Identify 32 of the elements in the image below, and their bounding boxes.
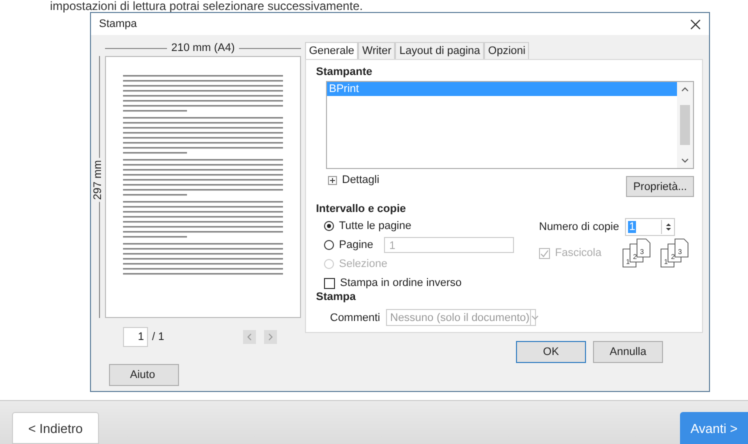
cancel-button[interactable]: Annulla [593, 341, 663, 363]
details-label[interactable]: Dettagli [342, 174, 380, 186]
tab[interactable]: Generale [305, 42, 358, 59]
page-height-label: 297 mm [92, 158, 104, 202]
ok-button[interactable]: OK [516, 341, 586, 363]
expander-icon[interactable] [328, 176, 337, 184]
tab[interactable]: Layout di pagina [395, 42, 484, 59]
section-heading: Stampa [316, 291, 357, 303]
comments-label: Commenti [330, 312, 380, 324]
help-button[interactable]: Aiuto [109, 364, 179, 386]
close-icon[interactable] [690, 18, 701, 30]
scroll-down-icon[interactable] [681, 158, 689, 164]
radio-button[interactable] [324, 221, 334, 231]
radio-label[interactable]: Tutte le pagine [339, 220, 412, 232]
checkbox[interactable] [324, 278, 335, 288]
intro-text: impostazioni di lettura potrai selezionare successivamente. [49, 0, 364, 12]
radio-label[interactable]: Pagine [339, 239, 374, 251]
tab[interactable]: Writer [358, 42, 396, 59]
radio-button[interactable] [324, 240, 334, 250]
checkbox-label[interactable]: Stampa in ordine inverso [340, 277, 462, 289]
window-title: Stampa [99, 18, 137, 30]
copies-label: Numero di copie [539, 221, 620, 233]
properties-button[interactable]: Proprietà... [626, 176, 694, 197]
scroll-up-icon[interactable] [681, 86, 689, 92]
section-heading: Stampante [316, 66, 374, 78]
scrollbar[interactable] [677, 82, 693, 168]
section-heading: Intervallo e copie [316, 203, 407, 215]
tab[interactable]: Opzioni [484, 42, 530, 59]
page-width-label: 210 mm (A4) [171, 42, 235, 54]
page-number-field[interactable]: 1 [123, 327, 148, 347]
page-total: / 1 [152, 331, 164, 343]
back-button[interactable]: < Indietro [12, 412, 99, 444]
